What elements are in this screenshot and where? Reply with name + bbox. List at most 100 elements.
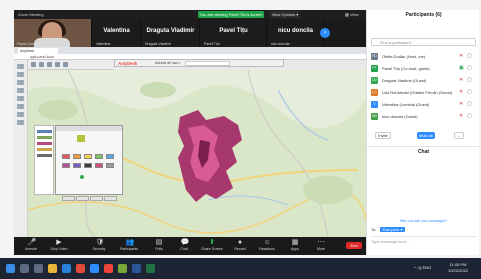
- color-swatch[interactable]: [62, 163, 70, 168]
- participant-search-input[interactable]: Find a participant: [371, 38, 476, 46]
- dialog-button[interactable]: [62, 196, 75, 201]
- system-tray[interactable]: ^ ◁) ENG: [414, 265, 431, 270]
- more-options-button[interactable]: ...: [454, 132, 464, 139]
- tool-icon[interactable]: [17, 96, 24, 101]
- video-tile-draguta[interactable]: Draguta Vladimir Draguta Vladimir: [142, 19, 200, 47]
- tool-icon[interactable]: [17, 80, 24, 85]
- video-tile-nicu[interactable]: nicu doncila nicu doncila: [268, 19, 324, 47]
- color-swatch[interactable]: [106, 163, 114, 168]
- participants-button[interactable]: 👥 Participants: [116, 239, 142, 254]
- polls-button[interactable]: ▤ Polls: [146, 239, 172, 254]
- apps-button[interactable]: ▦ Apps: [282, 239, 308, 254]
- layer-row[interactable]: [37, 154, 52, 157]
- layer-row[interactable]: [37, 130, 52, 133]
- video-off-icon: ▢: [467, 77, 472, 83]
- search-icon[interactable]: [20, 264, 29, 273]
- participant-row[interactable]: ND nicu doncila (Guest) ✕ ▢: [371, 112, 476, 122]
- stop-video-button[interactable]: ▶ Stop Video: [46, 239, 72, 254]
- status-dot-icon: [80, 175, 84, 179]
- dialog-button[interactable]: [90, 196, 103, 201]
- chat-title: Chat: [367, 146, 480, 155]
- word-icon[interactable]: [132, 264, 141, 273]
- reactions-button[interactable]: ☺ Reactions: [254, 239, 280, 254]
- mute-all-button[interactable]: Mute All: [417, 132, 435, 139]
- participant-name: Lilia Ruhiviedul (Grădini Ferolin (Guest…: [382, 90, 453, 95]
- window-title: Zoom Meeting: [18, 12, 44, 17]
- symbology-dialog[interactable]: [55, 125, 123, 201]
- tool-icon[interactable]: [63, 62, 68, 67]
- participant-name: Valentina (Luminal (Guest): [382, 102, 430, 107]
- participant-row[interactable]: V Valentina (Luminal (Guest) ✕ ▢: [371, 100, 476, 110]
- color-swatch[interactable]: [95, 163, 103, 168]
- tool-icon[interactable]: [55, 62, 60, 67]
- taskbar-clock[interactable]: 11:05 PM 10/22/2022: [448, 262, 468, 274]
- video-tile-caption: Valentina: [96, 42, 111, 46]
- video-tile-name: Pavel Tîțu: [219, 28, 248, 34]
- chat-visibility-note[interactable]: Who can see your messages?: [367, 219, 480, 223]
- participant-row[interactable]: FD Ofelia Dudău (Host, me) ✕ ▢: [371, 52, 476, 62]
- chat-message-input[interactable]: Type message here...: [371, 236, 476, 246]
- task-view-icon[interactable]: [34, 264, 43, 273]
- dialog-button[interactable]: [76, 196, 89, 201]
- end-meeting-button[interactable]: End: [346, 242, 362, 249]
- folder-icon[interactable]: [48, 264, 57, 273]
- participant-name: Ofelia Dudău (Host, me): [382, 54, 426, 59]
- color-swatch[interactable]: [73, 154, 81, 159]
- shared-screen[interactable]: AnyDesk qgis.pavel.local AnyDesk Adresă …: [14, 47, 366, 237]
- video-tile-caption: Pavel Tîțu: [204, 42, 220, 46]
- layer-row[interactable]: [37, 142, 52, 145]
- dialog-button[interactable]: [104, 196, 117, 201]
- layer-row[interactable]: [37, 136, 52, 139]
- participant-row[interactable]: DV Draguta Vladimir (Guest) ✕ ▢: [371, 76, 476, 86]
- participant-row[interactable]: LC Lilia Ruhiviedul (Grădini Ferolin (Gu…: [371, 88, 476, 98]
- video-tile-camera[interactable]: Flavia Dumitran: [14, 19, 92, 47]
- video-tile-valentina[interactable]: Valentina Valentina: [93, 19, 141, 47]
- video-tile-name: Draguta Vladimir: [146, 28, 195, 34]
- record-button[interactable]: ● Record: [227, 239, 253, 254]
- avatar: FD: [371, 53, 378, 60]
- edge-icon[interactable]: [62, 264, 71, 273]
- video-tile-pavel[interactable]: Pavel Tîțu Pavel Tîțu: [201, 19, 267, 47]
- participant-row[interactable]: PT Pavel Tîțu (Co-host, guest) ▣ ▢: [371, 64, 476, 74]
- tool-icon[interactable]: [17, 72, 24, 77]
- view-button[interactable]: ▦ View: [345, 10, 359, 19]
- zoom-icon[interactable]: [90, 264, 99, 273]
- tool-icon[interactable]: [17, 88, 24, 93]
- layers-panel[interactable]: [34, 125, 54, 195]
- anydesk-bar: AnyDesk Adresă de lucru: [114, 59, 284, 67]
- tool-icon[interactable]: [39, 62, 44, 67]
- color-swatch[interactable]: [62, 154, 70, 159]
- more-button[interactable]: ⋯ More: [308, 239, 334, 254]
- invite-button[interactable]: Invite: [375, 132, 391, 139]
- screen-share-icon: ▣: [459, 65, 464, 71]
- tool-icon[interactable]: [17, 104, 24, 109]
- color-swatch[interactable]: [84, 154, 92, 159]
- polls-icon: ▤: [155, 239, 163, 246]
- chrome-icon[interactable]: [76, 264, 85, 273]
- color-swatch[interactable]: [95, 154, 103, 159]
- record-icon: ●: [237, 239, 243, 246]
- tool-icon[interactable]: [17, 64, 24, 69]
- anydesk-icon[interactable]: [104, 264, 113, 273]
- start-icon[interactable]: [6, 264, 15, 273]
- anydesk-address-field[interactable]: [185, 61, 230, 66]
- recipient-dropdown[interactable]: Everyone ▾: [380, 227, 405, 232]
- color-swatch[interactable]: [73, 163, 81, 168]
- tool-icon[interactable]: [17, 120, 24, 125]
- color-swatch[interactable]: [84, 163, 92, 168]
- view-options-button[interactable]: View Options ▾: [270, 11, 300, 18]
- excel-icon[interactable]: [146, 264, 155, 273]
- microphone-icon: 🎤: [27, 239, 37, 246]
- chat-button[interactable]: 💬 Chat: [171, 239, 197, 254]
- tool-icon[interactable]: [47, 62, 52, 67]
- qgis-icon[interactable]: [118, 264, 127, 273]
- participant-name: Draguta Vladimir (Guest): [382, 78, 427, 83]
- layer-row[interactable]: [37, 148, 52, 151]
- unmute-button[interactable]: 🎤 Unmute: [18, 239, 44, 254]
- tool-icon[interactable]: [31, 62, 36, 67]
- tool-icon[interactable]: [17, 112, 24, 117]
- color-swatch[interactable]: [106, 154, 114, 159]
- share-screen-button[interactable]: ⬆ Share Screen: [199, 239, 225, 254]
- security-button[interactable]: 🛡 Security: [86, 239, 112, 254]
- arrow-right-icon[interactable]: ›: [320, 28, 330, 38]
